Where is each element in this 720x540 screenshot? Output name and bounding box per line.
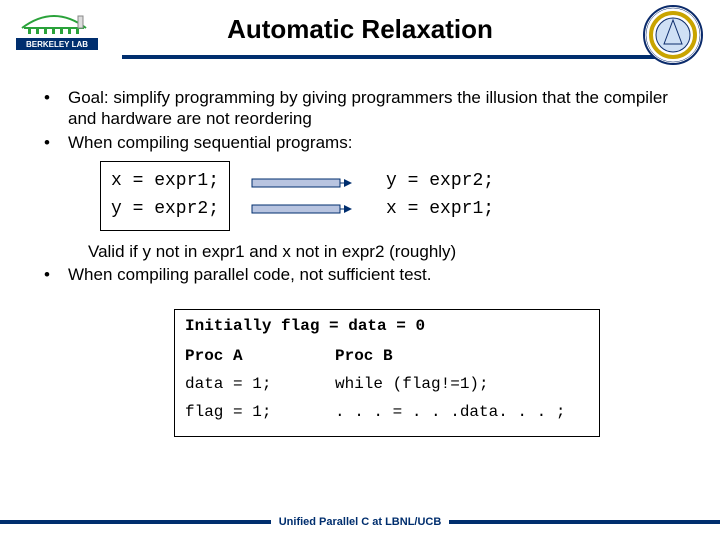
seal-logo: [642, 4, 704, 71]
bullet-1-text: Goal: simplify programming by giving pro…: [68, 87, 676, 130]
bullet-3-text: When compiling parallel code, not suffic…: [68, 264, 676, 285]
code-right-line1: y = expr2;: [386, 168, 494, 196]
table-header-b: Proc B: [335, 346, 589, 366]
table-a1: data = 1;: [185, 374, 335, 394]
bullet-2: • When compiling sequential programs:: [44, 132, 676, 153]
footer-label: Unified Parallel C at LBNL/UCB: [271, 516, 450, 528]
bullet-2-text: When compiling sequential programs:: [68, 132, 676, 153]
code-box-left: x = expr1; y = expr2;: [100, 161, 230, 231]
validity-note: Valid if y not in expr1 and x not in exp…: [88, 241, 676, 262]
footer: Unified Parallel C at LBNL/UCB: [0, 516, 720, 528]
code-left-line2: y = expr2;: [111, 196, 219, 224]
code-transform-row: x = expr1; y = expr2; y = expr2; x = exp…: [100, 161, 676, 231]
svg-text:BERKELEY LAB: BERKELEY LAB: [26, 40, 88, 49]
table-init: Initially flag = data = 0: [185, 316, 589, 342]
slide-content: • Goal: simplify programming by giving p…: [0, 59, 720, 437]
arrow-bottom-icon: [248, 199, 358, 219]
title-rule: [122, 55, 658, 59]
table-a2: flag = 1;: [185, 402, 335, 422]
arrow-group: [248, 173, 358, 219]
code-left-line1: x = expr1;: [111, 168, 219, 196]
slide-title: Automatic Relaxation: [12, 14, 708, 45]
parallel-example-box: Initially flag = data = 0 Proc A Proc B …: [174, 309, 600, 437]
code-box-right: y = expr2; x = expr1;: [376, 162, 504, 230]
arrow-top-icon: [248, 173, 358, 193]
table-b1: while (flag!=1);: [335, 374, 589, 394]
lab-logo: BERKELEY LAB: [14, 8, 102, 57]
table-b2: . . . = . . .data. . . ;: [335, 402, 589, 422]
table-header-a: Proc A: [185, 346, 335, 366]
code-right-line2: x = expr1;: [386, 196, 494, 224]
bullet-1: • Goal: simplify programming by giving p…: [44, 87, 676, 130]
bullet-3: • When compiling parallel code, not suff…: [44, 264, 676, 285]
